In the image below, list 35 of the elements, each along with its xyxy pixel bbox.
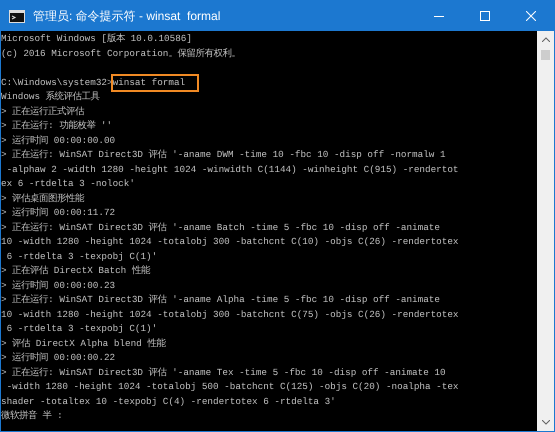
console-line: > 运行时间 00:00:11.72 <box>1 206 116 220</box>
console-line: (c) 2016 Microsoft Corporation。保留所有权利。 <box>1 46 240 60</box>
console-line: > 正在运行正式评估 <box>1 104 84 118</box>
console-line: > 正在运行: 功能枚举 '' <box>1 119 112 133</box>
window-title: 管理员: 命令提示符 - winsat formal <box>33 8 222 25</box>
close-icon <box>526 11 536 21</box>
console-line: ex 6 -rtdelta 3 -nolock' <box>1 177 135 191</box>
scroll-down-icon <box>542 420 550 425</box>
console-line: shader -totaltex 10 -texpobj C(4) -rendertotex 6 -rtdelta 3' <box>1 394 336 408</box>
console-line: > 运行时间 00:00:00.22 <box>1 351 116 365</box>
console-line: 10 -width 1280 -height 1024 -totalobj 300 -batchcnt C(75) -objs C(26) -rendertotex <box>1 308 458 322</box>
console-line: Microsoft Windows [版本 10.0.10586] <box>1 32 192 46</box>
maximize-icon <box>480 11 490 21</box>
console-line: > 运行时间 00:00:00.23 <box>1 278 116 292</box>
console-line: > 正在评估 DirectX Batch 性能 <box>1 264 150 278</box>
scroll-up-icon <box>542 37 550 42</box>
typed-command: winsat formal <box>112 76 198 90</box>
console-line: -width 1280 -height 1024 -totalobj 500 -batchcnt C(125) -objs C(20) -noalpha -tex <box>6 380 458 394</box>
console-line: Windows 系统评估工具 <box>1 90 100 104</box>
command-prompt: C:\Windows\system32> <box>1 76 113 90</box>
scrollbar[interactable] <box>537 31 554 431</box>
console-line: > 评估 DirectX Alpha blend 性能 <box>1 336 166 350</box>
console-line: > 正在运行: WinSAT Direct3D 评估 '-aname Batch -time 5 -fbc 10 -disp off -animate <box>1 220 440 234</box>
console-line: > 运行时间 00:00:00.00 <box>1 134 116 148</box>
console-line: 微软拼音 半 : <box>1 409 63 423</box>
console-line: 6 -rtdelta 3 -texpobj C(1)' <box>6 322 158 336</box>
console-line: > 正在运行: WinSAT Direct3D 评估 '-aname Tex -time 5 -fbc 10 -disp off -animate 10 <box>1 366 446 380</box>
console-line: -alphaw 2 -width 1280 -height 1024 -winwidth C(1144) -winheight C(915) -rendertot <box>6 162 458 176</box>
console-icon <box>9 10 25 22</box>
console-line: 6 -rtdelta 3 -texpobj C(1)' <box>6 250 158 264</box>
scrollbar-thumb[interactable] <box>541 50 550 60</box>
console-line: 10 -width 1280 -height 1024 -totalobj 300 -batchcnt C(10) -objs C(26) -rendertotex <box>1 235 458 249</box>
console-line: > 正在运行: WinSAT Direct3D 评估 '-aname Alpha -time 5 -fbc 10 -disp off -animate <box>1 293 440 307</box>
console-line: > 评估桌面图形性能 <box>1 192 84 206</box>
console-line: > 正在运行: WinSAT Direct3D 评估 '-aname DWM -time 10 -fbc 10 -disp off -normalw 1 <box>1 148 446 162</box>
